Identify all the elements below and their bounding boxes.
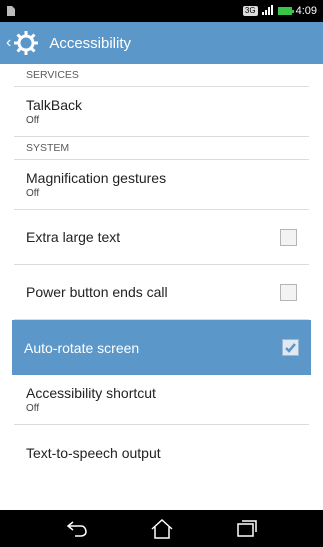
checkbox-power-button-ends-call[interactable] xyxy=(280,283,297,301)
setting-summary: Off xyxy=(26,188,40,199)
setting-label: Auto-rotate screen xyxy=(24,339,140,356)
setting-label: Power button ends call xyxy=(26,284,168,300)
setting-magnification-gestures[interactable]: Magnification gestures Off xyxy=(14,160,309,210)
page-title: Accessibility xyxy=(49,34,132,52)
action-bar: ‹ Accessibility xyxy=(0,22,323,64)
gear-icon[interactable] xyxy=(13,30,39,56)
setting-power-button-ends-call[interactable]: Power button ends call xyxy=(14,265,309,320)
setting-text-to-speech-output[interactable]: Text-to-speech output xyxy=(14,425,309,480)
back-button-icon[interactable] xyxy=(62,517,92,541)
setting-label: Magnification gestures xyxy=(26,170,167,186)
setting-label: Accessibility shortcut xyxy=(26,385,156,401)
home-button-icon[interactable] xyxy=(147,517,177,541)
settings-list: SERVICES TalkBack Off SYSTEM Magnificati… xyxy=(0,64,323,480)
status-bar: 3G 4:09 xyxy=(0,0,323,22)
battery-icon xyxy=(277,7,294,15)
status-icons: 3G 4:09 xyxy=(242,4,317,18)
setting-summary: Off xyxy=(26,115,40,126)
section-header-services: SERVICES xyxy=(14,64,309,87)
back-chevron-icon[interactable]: ‹ xyxy=(6,34,11,52)
setting-extra-large-text[interactable]: Extra large text xyxy=(14,210,309,265)
setting-auto-rotate-screen[interactable]: Auto-rotate screen xyxy=(12,320,311,375)
setting-accessibility-shortcut[interactable]: Accessibility shortcut Off xyxy=(14,375,309,425)
checkmark-icon xyxy=(285,343,296,353)
setting-talkback[interactable]: TalkBack Off xyxy=(14,87,309,137)
setting-label: Extra large text xyxy=(26,229,121,245)
setting-label: TalkBack xyxy=(26,97,83,113)
checkbox-auto-rotate-screen[interactable] xyxy=(282,339,299,356)
setting-label: Text-to-speech output xyxy=(26,444,161,461)
navigation-bar xyxy=(0,510,323,547)
sim-icon xyxy=(6,5,18,17)
setting-summary: Off xyxy=(26,403,40,414)
signal-icon xyxy=(261,4,274,18)
network-badge: 3G xyxy=(242,6,258,16)
clock: 4:09 xyxy=(295,5,317,17)
section-header-system: SYSTEM xyxy=(14,137,309,160)
checkbox-extra-large-text[interactable] xyxy=(280,228,297,246)
recent-apps-button-icon[interactable] xyxy=(232,517,262,541)
